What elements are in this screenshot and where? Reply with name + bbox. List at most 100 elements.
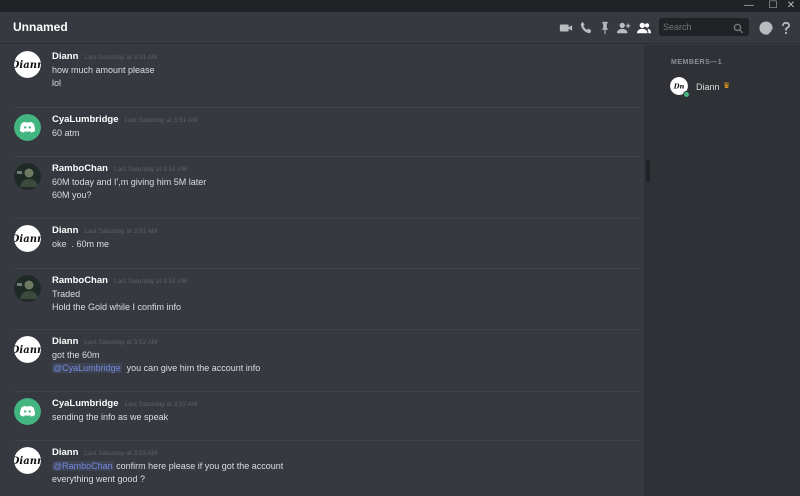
message-text-segment: Hold the Gold while I confim info (52, 302, 182, 312)
avatar[interactable]: Diann (14, 225, 41, 252)
message-text-segment: lol (52, 78, 62, 88)
avatar[interactable] (14, 114, 41, 141)
message-text-segment: everything went good ? (52, 474, 146, 484)
message-author[interactable]: Diann Last Saturday at 3:53 AM (52, 447, 157, 458)
message-divider (14, 218, 642, 219)
avatar[interactable] (14, 398, 41, 425)
message-text-segment: you can give him the account info (121, 363, 261, 373)
message-timestamp: Last Saturday at 3:51 AM (113, 166, 187, 173)
message-text: 60M you? (52, 190, 92, 200)
message-text: how much amount please (52, 65, 155, 75)
search-input[interactable] (663, 20, 733, 34)
members-icon[interactable] (636, 20, 652, 36)
message-divider (14, 156, 642, 157)
message-item[interactable]: CyaLumbridge Last Saturday at 3:51 AM 60 a… (0, 113, 644, 169)
message-item[interactable]: Diann Diann Last Saturday at 3:53 AM @Rambo… (0, 446, 644, 496)
message-text-segment: got the 60m (52, 350, 100, 360)
message-text: got the 60m (52, 350, 100, 360)
message-item[interactable]: Diann Diann Last Saturday at 3:51 AM oke . … (0, 224, 644, 280)
message-divider (14, 329, 642, 330)
message-text: oke . 60m me (52, 239, 109, 249)
svg-text:Diann: Diann (14, 234, 41, 245)
message-author[interactable]: CyaLumbridge Last Saturday at 3:51 AM (52, 114, 198, 125)
message-text-segment: 60M you? (52, 190, 92, 200)
message-list[interactable]: Diann Diann Last Saturday at 3:51 AM how mu… (0, 45, 644, 496)
scrollbar-track[interactable] (644, 45, 652, 496)
message-author[interactable]: Diann Last Saturday at 3:51 AM (52, 51, 157, 62)
video-call-icon[interactable] (558, 20, 574, 36)
message-text: @RamboChan confirm here please if you go… (52, 461, 283, 471)
avatar[interactable] (14, 275, 41, 302)
maximize-button[interactable]: ☐ (765, 0, 781, 12)
avatar: Dn (670, 77, 690, 98)
avatar[interactable]: Diann (14, 51, 41, 78)
message-timestamp: Last Saturday at 3:52 AM (124, 401, 198, 408)
user-mention[interactable]: @CyaLumbridge (52, 363, 122, 373)
message-text-segment: sending the info as we speak (52, 412, 169, 422)
svg-text:Diann: Diann (14, 456, 41, 467)
message-timestamp: Last Saturday at 3:51 AM (84, 228, 158, 235)
pin-icon[interactable] (597, 20, 613, 36)
add-member-icon[interactable] (616, 20, 632, 36)
message-text: lol (52, 78, 61, 88)
message-text: Hold the Gold while I confim info (52, 302, 181, 312)
message-item[interactable]: RamboChan Last Saturday at 3:51 AM 60M tod… (0, 162, 644, 218)
message-text: @CyaLumbridge you can give him the accou… (52, 363, 260, 373)
message-item[interactable]: CyaLumbridge Last Saturday at 3:52 AM send… (0, 397, 644, 453)
message-text-segment: confirm here please if you got the accou… (113, 461, 284, 471)
avatar[interactable]: Diann (14, 336, 41, 363)
author-name[interactable]: Diann (52, 336, 78, 347)
mention-icon[interactable] (758, 20, 774, 36)
minimize-button[interactable]: — (741, 0, 757, 12)
message-text: 60M today and I',m giving him 5M later (52, 177, 206, 187)
author-name[interactable]: Diann (52, 225, 78, 236)
message-item[interactable]: Diann Diann Last Saturday at 3:52 AM got th… (0, 335, 644, 391)
author-name[interactable]: CyaLumbridge (52, 398, 119, 409)
message-text-segment: how much amount please (52, 65, 155, 75)
message-author[interactable]: CyaLumbridge Last Saturday at 3:52 AM (52, 398, 198, 409)
author-name[interactable]: Diann (52, 51, 78, 62)
message-text: Traded (52, 289, 80, 299)
message-item[interactable]: Diann Diann Last Saturday at 3:51 AM how mu… (0, 50, 644, 106)
message-divider (14, 268, 642, 269)
message-text-segment: oke . 60m me (52, 239, 110, 249)
author-name[interactable]: RamboChan (52, 275, 108, 286)
author-name[interactable]: RamboChan (52, 163, 108, 174)
message-divider (14, 107, 642, 108)
member-item-diann[interactable]: Dn Diann ♛ (670, 75, 790, 98)
message-timestamp: Last Saturday at 3:52 AM (84, 339, 158, 346)
message-divider (14, 440, 642, 441)
scrollbar-thumb[interactable] (646, 160, 650, 182)
svg-text:Diann: Diann (14, 60, 41, 71)
search-box[interactable] (659, 18, 749, 36)
message-text: 60 atm (52, 128, 80, 138)
message-author[interactable]: Diann Last Saturday at 3:52 AM (52, 336, 157, 347)
message-text-segment: Traded (52, 289, 81, 299)
message-timestamp: Last Saturday at 3:52 AM (113, 278, 187, 285)
message-text: everything went good ? (52, 474, 145, 484)
members-sidebar: MEMBERS—1 Dn Diann ♛ (652, 45, 800, 496)
channel-header: Unnamed (0, 12, 800, 44)
members-header: MEMBERS—1 (671, 59, 723, 66)
search-icon (733, 21, 745, 34)
message-text: sending the info as we speak (52, 412, 168, 422)
channel-title: Unnamed (13, 20, 68, 34)
member-name: Diann (696, 82, 720, 92)
message-author[interactable]: Diann Last Saturday at 3:51 AM (52, 225, 157, 236)
avatar[interactable] (14, 163, 41, 190)
voice-call-icon[interactable] (578, 20, 594, 36)
message-timestamp: Last Saturday at 3:51 AM (84, 54, 158, 61)
message-author[interactable]: RamboChan Last Saturday at 3:51 AM (52, 163, 187, 174)
close-button[interactable]: ✕ (783, 0, 799, 12)
message-item[interactable]: RamboChan Last Saturday at 3:52 AM Traded H… (0, 274, 644, 330)
author-name[interactable]: Diann (52, 447, 78, 458)
avatar[interactable]: Diann (14, 447, 41, 474)
message-author[interactable]: RamboChan Last Saturday at 3:52 AM (52, 275, 187, 286)
message-text-segment: 60M today and I',m giving him 5M later (52, 177, 207, 187)
help-icon[interactable] (778, 20, 794, 36)
author-name[interactable]: CyaLumbridge (52, 114, 119, 125)
svg-text:Dn: Dn (673, 82, 685, 90)
svg-text:Diann: Diann (14, 345, 41, 356)
online-status-icon (683, 91, 690, 98)
user-mention[interactable]: @RamboChan (52, 461, 114, 471)
